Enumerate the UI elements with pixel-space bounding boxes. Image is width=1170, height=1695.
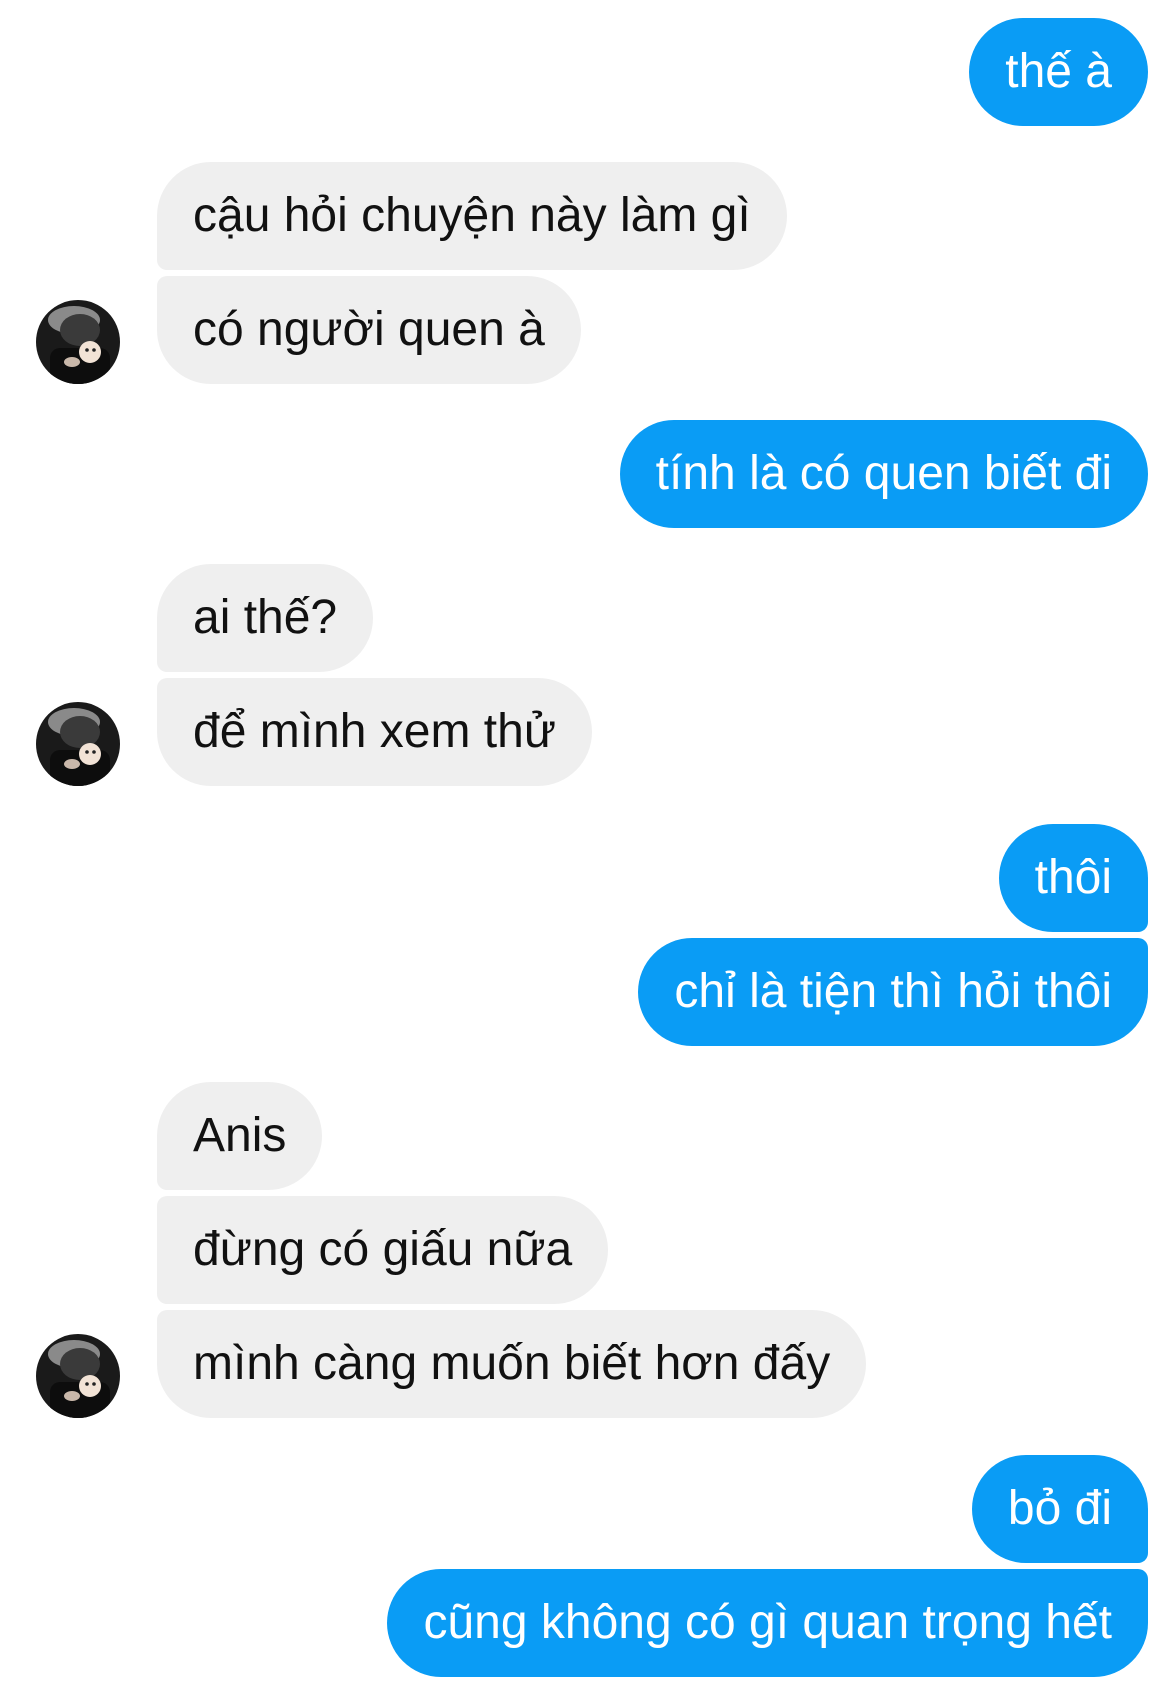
outgoing-message-bubble[interactable]: thế à (969, 18, 1148, 126)
outgoing-message-bubble[interactable]: tính là có quen biết đi (619, 420, 1148, 528)
outgoing-message-bubble[interactable]: thôi (998, 824, 1148, 932)
contact-avatar[interactable] (36, 300, 120, 384)
contact-avatar[interactable] (36, 1334, 120, 1418)
incoming-message-bubble[interactable]: đừng có giấu nữa (157, 1196, 609, 1304)
incoming-message-bubble[interactable]: Anis (157, 1082, 323, 1190)
contact-avatar[interactable] (36, 702, 120, 786)
incoming-message-bubble[interactable]: mình càng muốn biết hơn đấy (157, 1310, 867, 1418)
incoming-message-bubble[interactable]: ai thế? (157, 564, 374, 672)
incoming-message-bubble[interactable]: để mình xem thử (157, 678, 592, 786)
outgoing-message-bubble[interactable]: cũng không có gì quan trọng hết (387, 1569, 1148, 1677)
avatar-photo-icon (36, 702, 120, 786)
avatar-photo-icon (36, 300, 120, 384)
avatar-photo-icon (36, 1334, 120, 1418)
incoming-message-bubble[interactable]: có người quen à (157, 276, 581, 384)
outgoing-message-bubble[interactable]: bỏ đi (971, 1455, 1148, 1563)
outgoing-message-bubble[interactable]: chỉ là tiện thì hỏi thôi (638, 938, 1148, 1046)
incoming-message-bubble[interactable]: cậu hỏi chuyện này làm gì (157, 162, 787, 270)
